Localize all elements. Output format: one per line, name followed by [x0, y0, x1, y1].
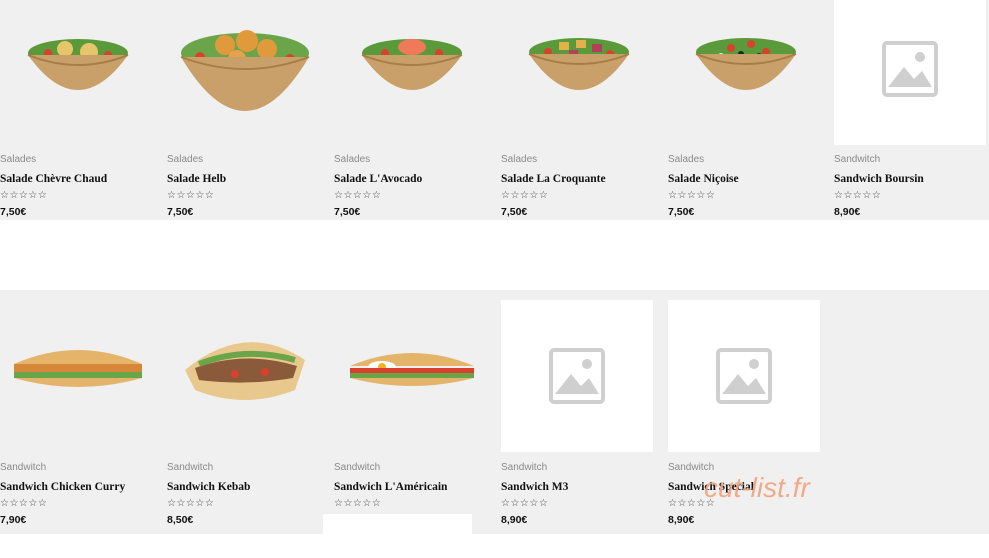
product-card[interactable]: Salades Salade La Croquante ☆☆☆☆☆ 7,50€	[501, 0, 656, 220]
product-name[interactable]: Salade Helb	[167, 173, 226, 185]
product-name[interactable]: Salade La Croquante	[501, 173, 606, 185]
product-category: Salades	[334, 154, 371, 165]
product-name[interactable]: Salade Niçoise	[668, 173, 739, 185]
product-name[interactable]: Sandwich Boursin	[834, 173, 924, 185]
product-card[interactable]: Sandwitch Sandwich M3 ☆☆☆☆☆ 8,90€	[501, 300, 656, 534]
product-name[interactable]: Sandwich M3	[501, 481, 568, 493]
product-price: 8,50€	[167, 514, 194, 526]
product-category: Sandwitch	[834, 154, 881, 165]
product-name[interactable]: Sandwich Kebab	[167, 481, 250, 493]
sandwich-image[interactable]	[0, 300, 155, 440]
rating-stars: ☆☆☆☆☆	[334, 190, 382, 201]
product-price: 8,90€	[501, 514, 528, 526]
rating-stars: ☆☆☆☆☆	[334, 498, 382, 509]
placeholder-image-icon	[549, 348, 605, 404]
rating-stars: ☆☆☆☆☆	[0, 190, 48, 201]
product-price: 8,90€	[668, 514, 695, 526]
product-card[interactable]: Salades Salade Chèvre Chaud ☆☆☆☆☆ 7,50€	[0, 0, 155, 220]
product-card[interactable]: Sandwitch Sandwich Chicken Curry ☆☆☆☆☆ 7…	[0, 300, 155, 534]
rating-stars: ☆☆☆☆☆	[167, 190, 215, 201]
rating-stars: ☆☆☆☆☆	[501, 498, 549, 509]
rating-stars: ☆☆☆☆☆	[501, 190, 549, 201]
product-price: 7,50€	[0, 206, 27, 218]
product-price: 7,50€	[668, 206, 695, 218]
product-name[interactable]: Sandwich L'Américain	[334, 481, 447, 493]
product-card[interactable]: Salades Salade Helb ☆☆☆☆☆ 7,50€	[167, 0, 322, 220]
rating-stars: ☆☆☆☆☆	[834, 190, 882, 201]
product-category: Sandwitch	[0, 462, 47, 473]
overlay-box	[323, 514, 472, 538]
placeholder-image[interactable]	[501, 300, 653, 452]
kebab-image[interactable]	[167, 300, 322, 440]
product-category: Sandwitch	[501, 462, 548, 473]
product-category: Salades	[167, 154, 204, 165]
product-card[interactable]: Salades Salade L'Avocado ☆☆☆☆☆ 7,50€	[334, 0, 489, 220]
salad-bowl-image[interactable]	[501, 0, 656, 140]
watermark: cut-list.fr	[704, 472, 810, 503]
salad-bowl-image[interactable]	[668, 0, 823, 140]
salad-bowl-image[interactable]	[334, 0, 489, 140]
sandwich-image[interactable]	[334, 300, 489, 440]
product-category: Sandwitch	[334, 462, 381, 473]
placeholder-image[interactable]	[668, 300, 820, 452]
product-price: 8,90€	[834, 206, 861, 218]
rating-stars: ☆☆☆☆☆	[0, 498, 48, 509]
product-name[interactable]: Salade Chèvre Chaud	[0, 173, 107, 185]
product-category: Salades	[0, 154, 37, 165]
product-name[interactable]: Sandwich Chicken Curry	[0, 481, 125, 493]
rating-stars: ☆☆☆☆☆	[167, 498, 215, 509]
product-card[interactable]: Sandwitch Sandwich Kebab ☆☆☆☆☆ 8,50€	[167, 300, 322, 534]
product-card[interactable]: Salades Salade Niçoise ☆☆☆☆☆ 7,50€	[668, 0, 823, 220]
placeholder-image-icon	[882, 41, 938, 97]
product-card[interactable]: Sandwitch Sandwich L'Américain ☆☆☆☆☆	[334, 300, 489, 534]
product-price: 7,50€	[167, 206, 194, 218]
placeholder-image[interactable]	[834, 0, 986, 145]
product-name[interactable]: Salade L'Avocado	[334, 173, 422, 185]
product-price: 7,50€	[334, 206, 361, 218]
salad-bowl-image[interactable]	[0, 0, 155, 140]
product-price: 7,50€	[501, 206, 528, 218]
product-category: Salades	[501, 154, 538, 165]
product-card[interactable]: Sandwitch Sandwich Boursin ☆☆☆☆☆ 8,90€	[834, 0, 989, 220]
product-category: Sandwitch	[167, 462, 214, 473]
product-category: Salades	[668, 154, 705, 165]
rating-stars: ☆☆☆☆☆	[668, 190, 716, 201]
salad-bowl-image[interactable]	[167, 0, 322, 140]
placeholder-image-icon	[716, 348, 772, 404]
product-price: 7,90€	[0, 514, 27, 526]
